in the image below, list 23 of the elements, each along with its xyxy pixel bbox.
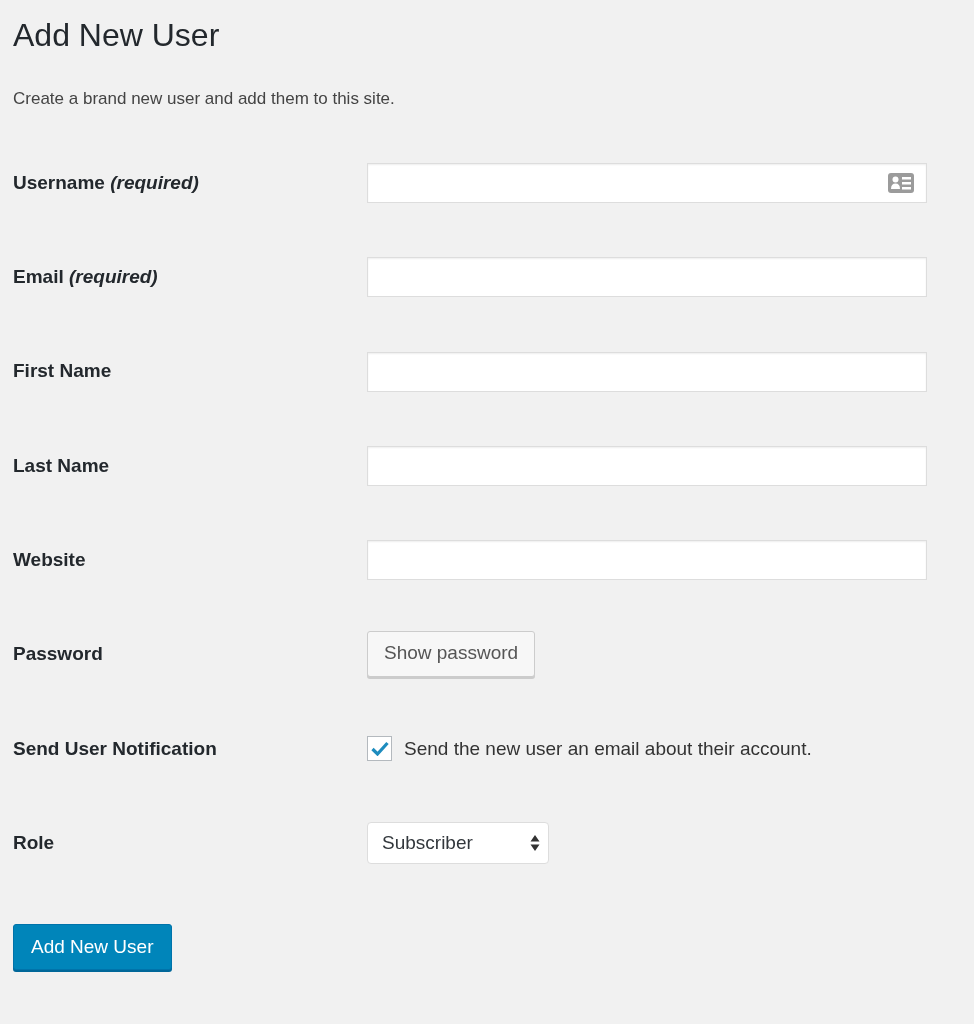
page-title: Add New User [13,16,221,55]
field-label: Website [13,548,87,573]
checkmark-icon [370,741,389,757]
field-label: First Name [13,359,113,384]
show-password-button[interactable]: Show password [367,630,536,677]
role-select[interactable]: Subscriber [367,822,549,865]
add-new-user-button[interactable]: Add New User [13,924,172,971]
input-field[interactable] [367,257,927,298]
field-label: Send User Notification [13,736,218,761]
input-field[interactable] [367,351,927,392]
field-label: Username (required) [13,170,200,195]
input-field[interactable] [367,540,927,581]
input-field[interactable] [367,163,927,204]
field-label: Password [13,642,104,667]
contact-card-icon[interactable] [888,173,914,194]
field-label: Email (required) [13,265,159,290]
up-down-arrows-icon [530,834,540,853]
field-label: Last Name [13,453,111,478]
input-field[interactable] [367,446,927,487]
checkbox[interactable] [367,736,392,762]
field-label: Role [13,830,56,855]
page-description: Create a brand new user and add them to this site. [13,88,396,110]
checkbox-label: Send the new user an email about their account. [404,736,812,761]
